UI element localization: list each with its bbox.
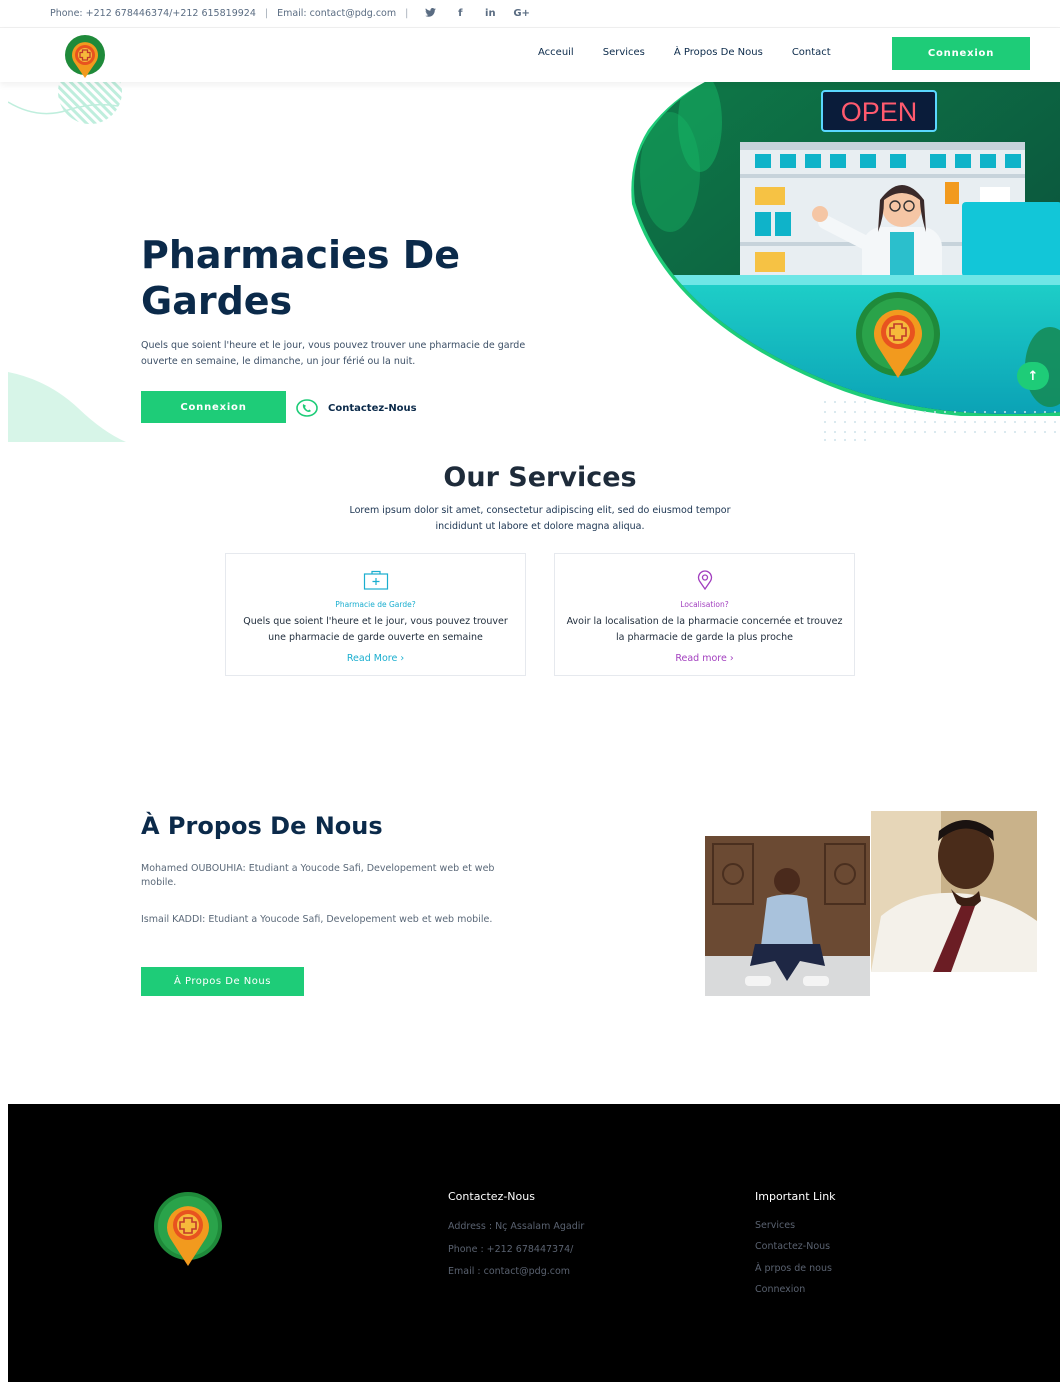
main-navbar: Acceuil Services À Propos De Nous Contac… bbox=[0, 28, 1060, 82]
service-card-text: Quels que soient l'heure et le jour, vou… bbox=[243, 616, 508, 643]
decorative-striped-circle bbox=[58, 80, 122, 124]
service-card-pharmacie: Pharmacie de Garde? Quels que soient l'h… bbox=[225, 553, 526, 676]
footer: Contactez-Nous Address : Nç Assalam Agad… bbox=[8, 1104, 1060, 1382]
footer-links-title: Important Link bbox=[755, 1190, 836, 1203]
footer-email: Email : contact@pdg.com bbox=[448, 1266, 571, 1277]
separator: | bbox=[264, 8, 269, 19]
phone-icon bbox=[296, 399, 318, 417]
phone-info: Phone: +212 678446374/+212 615819924 bbox=[50, 8, 256, 19]
email-info: Email: contact@pdg.com bbox=[277, 8, 397, 19]
about-member-2: Ismail KADDI: Etudiant a Youcode Safi, D… bbox=[141, 914, 493, 925]
linkedin-icon[interactable]: in bbox=[483, 8, 497, 19]
service-card-title: Pharmacie de Garde? bbox=[335, 600, 416, 609]
facebook-icon[interactable]: f bbox=[453, 8, 467, 19]
hero-login-button[interactable]: Connexion bbox=[141, 391, 286, 423]
pharmacy-logo-icon[interactable] bbox=[60, 34, 110, 80]
about-title: À Propos De Nous bbox=[141, 812, 383, 840]
scroll-to-top-button[interactable]: ↑ bbox=[1017, 362, 1049, 390]
services-title: Our Services bbox=[443, 462, 637, 493]
hero-title-line1: Pharmacies De bbox=[141, 233, 461, 277]
decorative-dots bbox=[824, 401, 1056, 441]
nav-login-button[interactable]: Connexion bbox=[892, 37, 1030, 70]
footer-link-about[interactable]: À prpos de nous bbox=[755, 1263, 832, 1274]
services-subtitle: Lorem ipsum dolor sit amet, consectetur … bbox=[349, 505, 731, 532]
service-card-localisation: Localisation? Avoir la localisation de l… bbox=[554, 553, 855, 676]
about-button[interactable]: À Propos De Nous bbox=[141, 967, 304, 996]
hero-contact-link[interactable]: Contactez-Nous bbox=[296, 399, 417, 417]
member-photo-mohamed bbox=[705, 836, 870, 996]
footer-link-services[interactable]: Services bbox=[755, 1220, 795, 1231]
hero-title-line2: Gardes bbox=[141, 279, 293, 323]
nav-link-contact[interactable]: Contact bbox=[792, 47, 831, 58]
separator: | bbox=[405, 8, 409, 19]
hero-pharmacy-illustration: OPEN bbox=[631, 82, 1060, 416]
location-pin-icon bbox=[697, 570, 712, 590]
nav-link-services[interactable]: Services bbox=[603, 47, 645, 58]
member-photo-ismail bbox=[871, 811, 1037, 972]
footer-address: Address : Nç Assalam Agadir bbox=[448, 1221, 585, 1232]
read-more-link[interactable]: Read more › bbox=[555, 653, 854, 664]
decorative-blob bbox=[8, 372, 126, 442]
service-card-title: Localisation? bbox=[680, 600, 729, 609]
footer-link-contact[interactable]: Contactez-Nous bbox=[755, 1241, 830, 1252]
social-links: f in G+ bbox=[423, 7, 530, 20]
open-sign-text: OPEN bbox=[841, 97, 918, 127]
arrow-up-icon: ↑ bbox=[1027, 368, 1039, 384]
google-plus-icon[interactable]: G+ bbox=[513, 8, 530, 19]
hero-contact-label: Contactez-Nous bbox=[328, 402, 417, 414]
footer-phone: Phone : +212 678447374/ bbox=[448, 1244, 574, 1255]
twitter-icon[interactable] bbox=[423, 7, 437, 20]
nav-menu: Acceuil Services À Propos De Nous Contac… bbox=[538, 47, 831, 58]
first-aid-kit-icon bbox=[363, 570, 388, 590]
nav-link-acceuil[interactable]: Acceuil bbox=[538, 47, 574, 58]
hero-description: Quels que soient l'heure et le jour, vou… bbox=[141, 340, 526, 367]
footer-contact-title: Contactez-Nous bbox=[448, 1190, 535, 1203]
read-more-link[interactable]: Read More › bbox=[226, 653, 525, 664]
footer-logo-icon[interactable] bbox=[148, 1192, 228, 1268]
hero-title: Pharmacies De Gardes bbox=[141, 232, 561, 324]
footer-link-login[interactable]: Connexion bbox=[755, 1284, 805, 1295]
service-card-text: Avoir la localisation de la pharmacie co… bbox=[566, 616, 843, 643]
about-member-1: Mohamed OUBOUHIA: Etudiant a Youcode Saf… bbox=[141, 863, 495, 888]
nav-link-about[interactable]: À Propos De Nous bbox=[674, 47, 763, 58]
top-info-bar: Phone: +212 678446374/+212 615819924 | E… bbox=[0, 0, 1060, 28]
